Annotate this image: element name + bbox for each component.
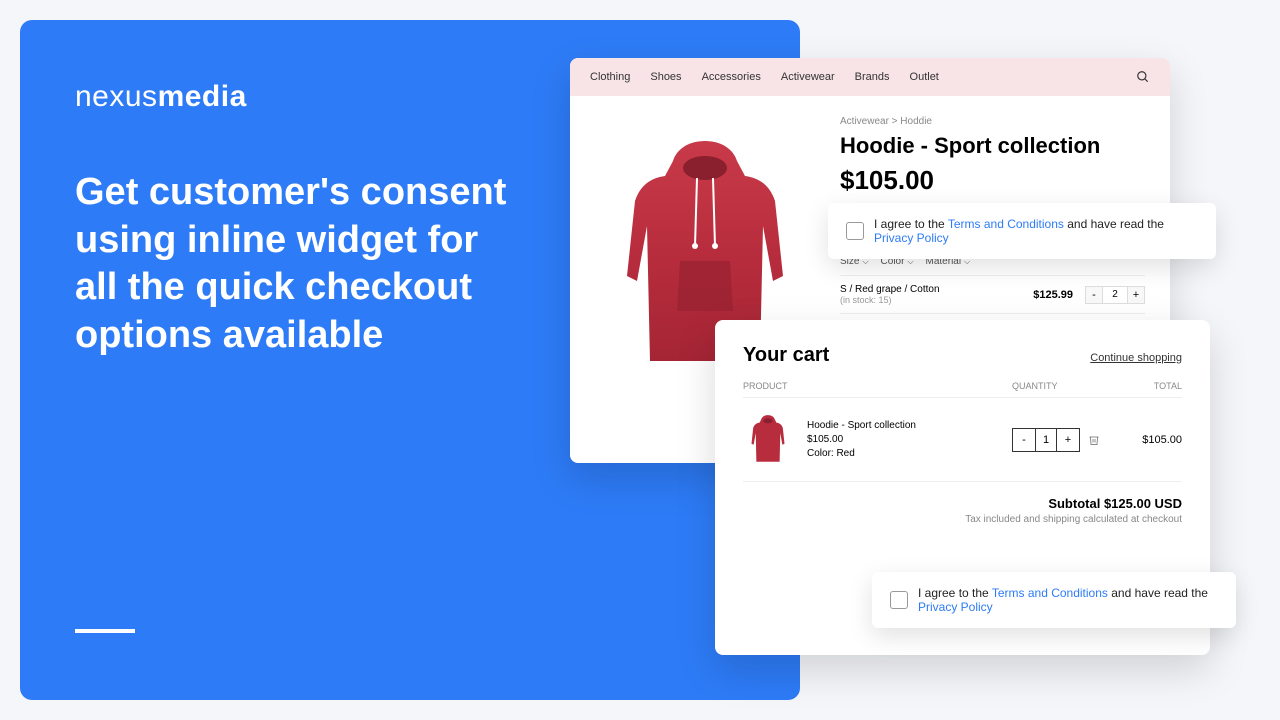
consent-widget: I agree to the Terms and Conditions and … (828, 203, 1216, 259)
trash-icon[interactable] (1088, 434, 1100, 446)
continue-shopping-link[interactable]: Continue shopping (1090, 352, 1182, 364)
minus-button[interactable]: - (1013, 429, 1035, 451)
nav-item[interactable]: Clothing (590, 71, 630, 83)
underline-decoration (75, 629, 135, 633)
consent-checkbox[interactable] (890, 591, 908, 609)
search-icon[interactable] (1136, 70, 1150, 84)
headline: Get customer's consent using inline widg… (75, 169, 515, 359)
variant-price: $125.99 (1033, 289, 1073, 301)
cart-title: Your cart (743, 344, 829, 367)
plus-button[interactable]: + (1057, 429, 1079, 451)
nav-item[interactable]: Outlet (910, 71, 939, 83)
nav-item[interactable]: Brands (855, 71, 890, 83)
terms-link[interactable]: Terms and Conditions (948, 217, 1064, 231)
consent-widget: I agree to the Terms and Conditions and … (872, 572, 1236, 628)
tax-note: Tax included and shipping calculated at … (743, 514, 1182, 525)
quantity-stepper[interactable]: -2+ (1085, 286, 1145, 304)
minus-button[interactable]: - (1085, 286, 1103, 304)
cart-item-color: Color: Red (807, 448, 1012, 459)
col-product: PRODUCT (743, 381, 1012, 391)
cart-item-name: Hoodie - Sport collection (807, 420, 1012, 431)
terms-link[interactable]: Terms and Conditions (992, 586, 1108, 600)
cart-item-row: Hoodie - Sport collection $105.00 Color:… (743, 398, 1182, 482)
consent-text: I agree to the Terms and Conditions and … (918, 586, 1218, 614)
col-quantity: QUANTITY (1012, 381, 1122, 391)
nav-item[interactable]: Accessories (702, 71, 761, 83)
nav-item[interactable]: Activewear (781, 71, 835, 83)
cart-item-image (743, 412, 793, 467)
product-title: Hoodie - Sport collection (840, 133, 1145, 159)
col-total: TOTAL (1122, 381, 1182, 391)
nav-bar: Clothing Shoes Accessories Activewear Br… (570, 58, 1170, 96)
consent-checkbox[interactable] (846, 222, 864, 240)
subtotal: Subtotal $125.00 USD (743, 496, 1182, 511)
consent-text: I agree to the Terms and Conditions and … (874, 217, 1198, 245)
plus-button[interactable]: + (1127, 286, 1145, 304)
nav-item[interactable]: Shoes (650, 71, 681, 83)
cart-item-total: $105.00 (1122, 434, 1182, 446)
breadcrumb: Activewear > Hoddie (840, 116, 1145, 127)
cart-quantity-stepper[interactable]: - 1 + (1012, 428, 1080, 452)
privacy-link[interactable]: Privacy Policy (874, 231, 949, 245)
privacy-link[interactable]: Privacy Policy (918, 600, 993, 614)
variant-row: S / Red grape / Cotton(in stock: 15) $12… (840, 276, 1145, 314)
cart-item-price: $105.00 (807, 434, 1012, 445)
product-price: $105.00 (840, 165, 1145, 196)
